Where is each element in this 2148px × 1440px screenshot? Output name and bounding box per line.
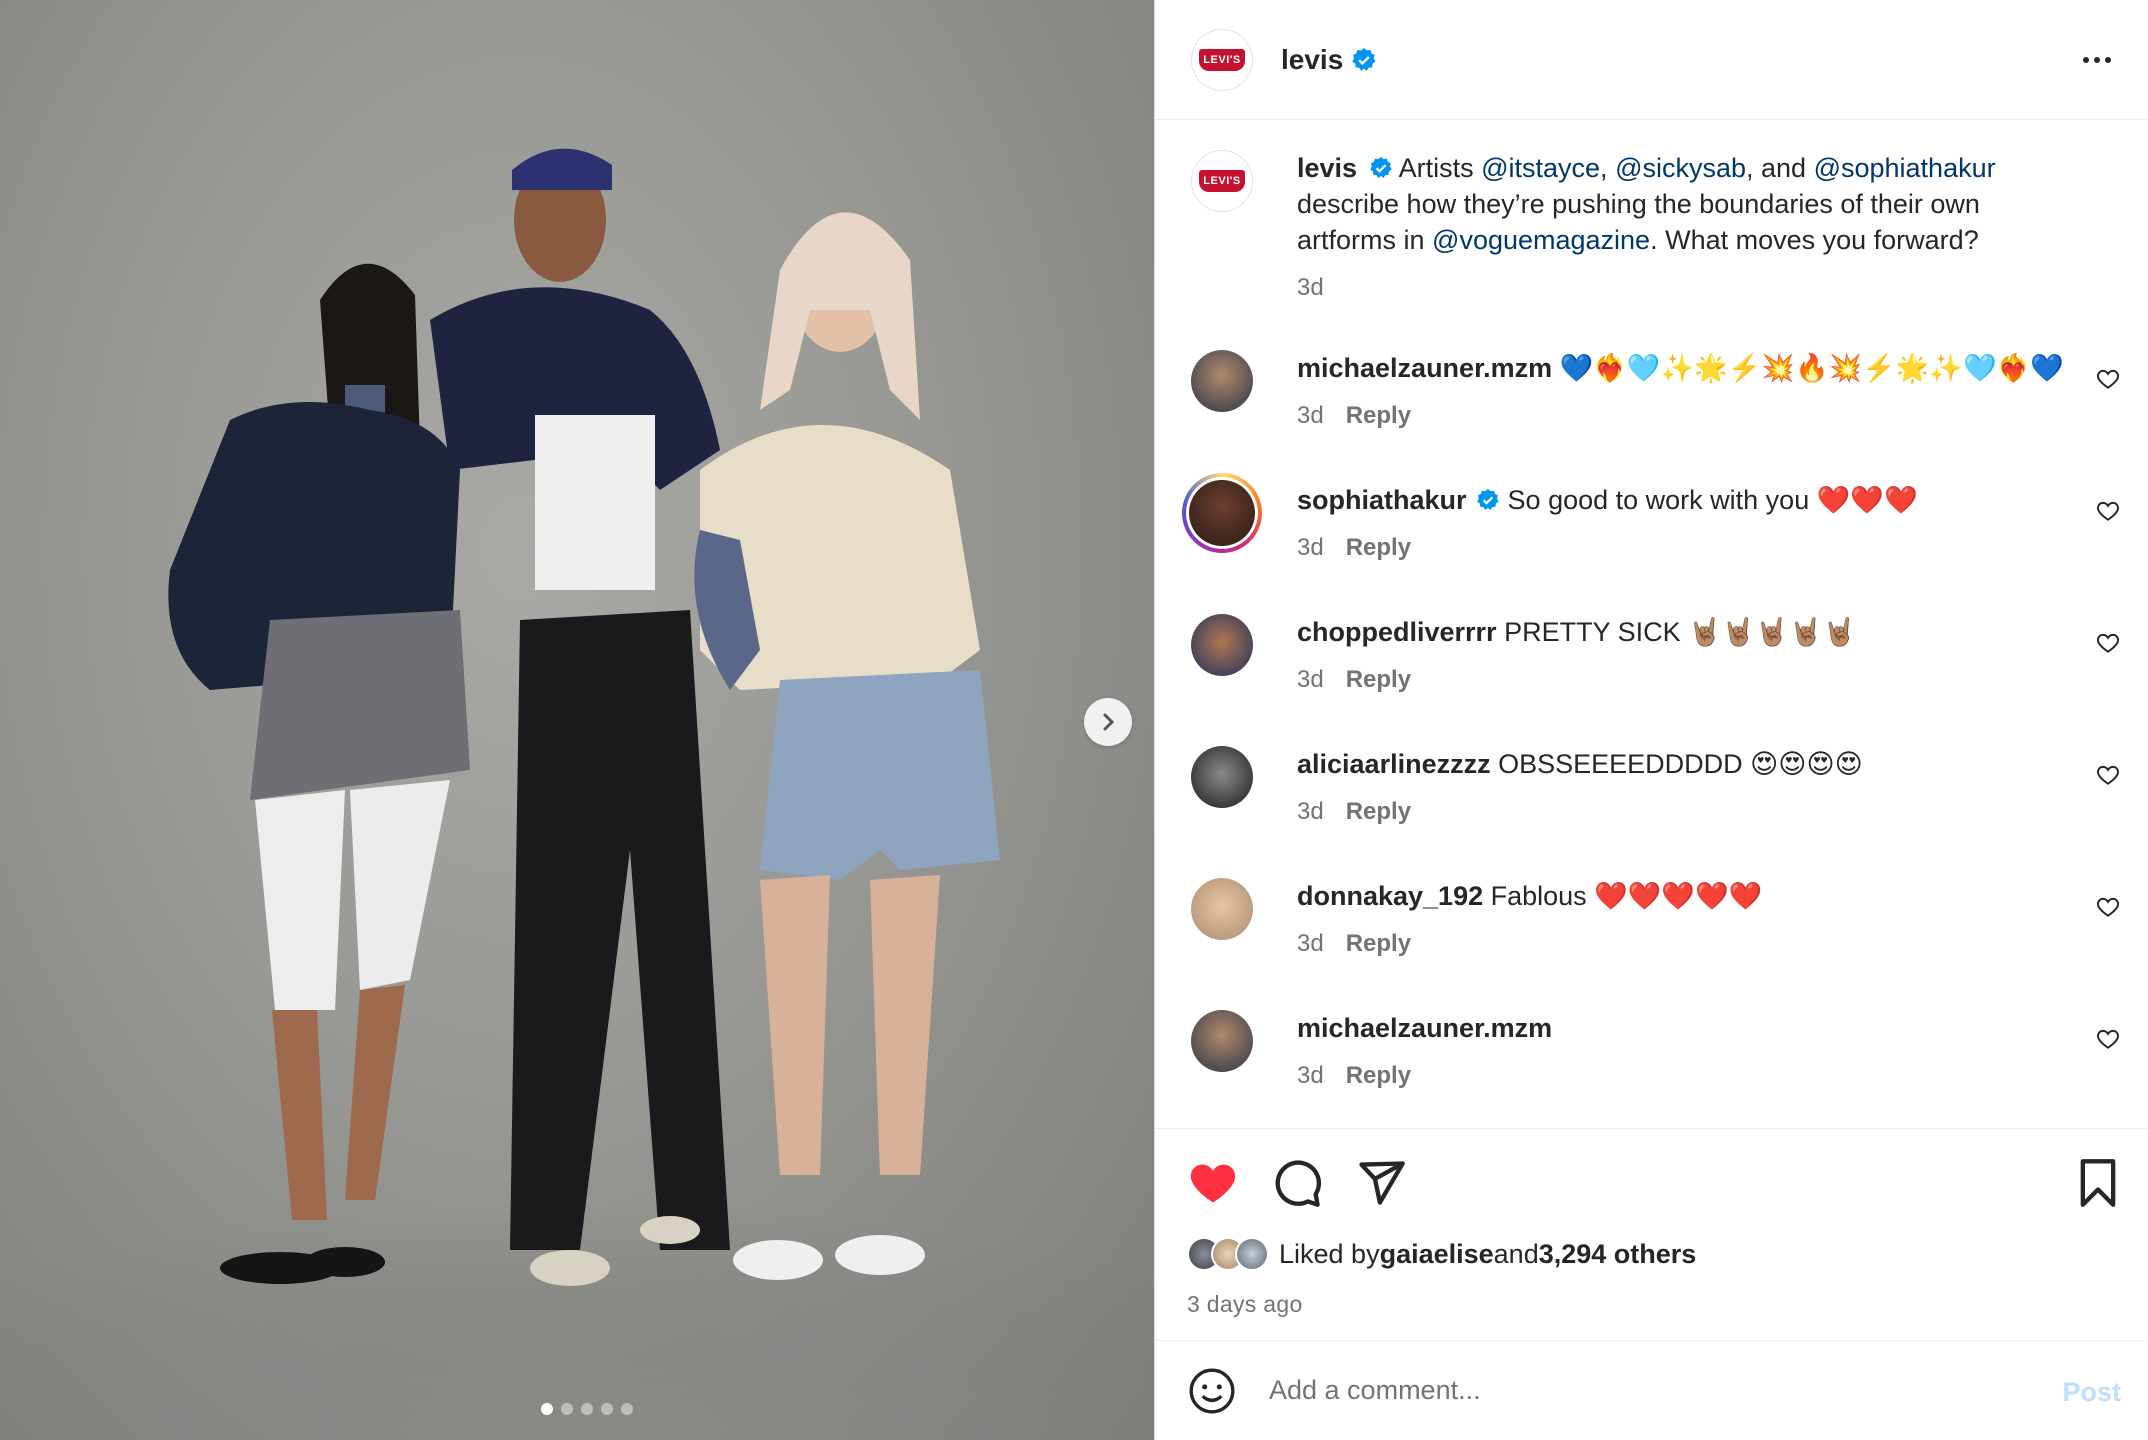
caption-text: ,	[1600, 153, 1616, 183]
comment-time: 3d	[1297, 534, 1324, 561]
chevron-right-icon	[1103, 713, 1115, 731]
caption-time: 3d	[1297, 274, 1324, 301]
comment-username[interactable]: aliciaarlinezzzz	[1297, 749, 1491, 779]
comment-time: 3d	[1297, 1062, 1324, 1089]
reply-button[interactable]: Reply	[1346, 930, 1411, 957]
comment-row: michaelzauner.mzm 3d Reply	[1191, 1010, 2121, 1094]
reply-button[interactable]: Reply	[1346, 1062, 1411, 1089]
comment-username[interactable]: donnakay_192	[1297, 881, 1483, 911]
commenter-avatar[interactable]	[1191, 350, 1253, 412]
carousel-dot	[561, 1403, 573, 1415]
mention-link[interactable]: @sickysab	[1615, 153, 1746, 183]
likes-prefix: Liked by	[1279, 1238, 1380, 1269]
comment-input[interactable]: Add a comment...	[1269, 1375, 2148, 1406]
comment-row: aliciaarlinezzzz OBSSEEEEDDDDD 😍😍😍😍 3d Re…	[1191, 746, 2121, 830]
comment-row: sophiathakur So good to work with you ❤️…	[1182, 473, 2121, 566]
heart-icon[interactable]	[2095, 498, 2121, 524]
caption-text: Artists	[1392, 153, 1482, 183]
comment-text: Fablous ❤️❤️❤️❤️❤️	[1483, 881, 1763, 911]
mention-link[interactable]: @sophiathakur	[1814, 153, 1996, 183]
add-comment-bar: Add a comment... Post	[1155, 1340, 2148, 1440]
carousel-dot	[601, 1403, 613, 1415]
mention-link[interactable]: @itstayce	[1481, 153, 1600, 183]
post-caption: LEVI'S levis Artists @itstayce, @sickysa…	[1191, 150, 2077, 306]
comment-row: choppedliverrrr PRETTY SICK 🤘🏽🤘🏽🤘🏽🤘🏽🤘🏽 3…	[1191, 614, 2121, 698]
reply-button[interactable]: Reply	[1346, 402, 1411, 429]
like-button[interactable]	[1187, 1157, 1239, 1214]
liker-username[interactable]: gaiaelise	[1380, 1239, 1494, 1270]
reply-button[interactable]: Reply	[1346, 798, 1411, 825]
more-options-button[interactable]	[2077, 42, 2117, 78]
reply-button[interactable]: Reply	[1346, 666, 1411, 693]
commenter-avatar[interactable]	[1191, 1010, 1253, 1072]
comment-time: 3d	[1297, 798, 1324, 825]
commenter-avatar[interactable]	[1182, 473, 1262, 553]
levis-logo: LEVI'S	[1199, 170, 1245, 192]
post-actions: Liked by gaiaelise and 3,294 others 3 da…	[1155, 1128, 2148, 1340]
likes-summary: Liked by gaiaelise and 3,294 others	[1187, 1237, 1696, 1271]
profile-avatar[interactable]: LEVI'S	[1191, 28, 1253, 91]
reply-button[interactable]: Reply	[1346, 534, 1411, 561]
emoji-icon[interactable]	[1187, 1366, 1237, 1416]
caption-avatar[interactable]: LEVI'S	[1191, 150, 1253, 212]
post-photo[interactable]	[0, 0, 1154, 1440]
comment-time: 3d	[1297, 930, 1324, 957]
comment-username[interactable]: michaelzauner.mzm	[1297, 353, 1552, 383]
instagram-post-view: LEVI'S levis LEVI'S levis Artists @itsta…	[0, 0, 2148, 1440]
heart-icon[interactable]	[2095, 630, 2121, 656]
comment-username[interactable]: michaelzauner.mzm	[1297, 1013, 1552, 1043]
comment-username[interactable]: sophiathakur	[1297, 485, 1467, 515]
comment-button[interactable]	[1271, 1157, 1323, 1214]
caption-text: . What moves you forward?	[1650, 225, 1979, 255]
more-icon	[2083, 57, 2089, 63]
comment-icon	[1275, 1160, 1322, 1207]
comment-row: donnakay_192 Fablous ❤️❤️❤️❤️❤️ 3d Reply	[1191, 878, 2121, 962]
caption-username[interactable]: levis	[1297, 153, 1357, 183]
commenter-avatar[interactable]	[1191, 746, 1253, 808]
photo-illustration	[0, 148, 1154, 1440]
comment-text: PRETTY SICK 🤘🏽🤘🏽🤘🏽🤘🏽🤘🏽	[1496, 617, 1857, 647]
carousel-dot	[541, 1403, 553, 1415]
caption-meta: 3d	[1297, 270, 2077, 306]
liker-avatars	[1187, 1237, 1269, 1271]
heart-icon[interactable]	[2095, 1026, 2121, 1052]
commenter-avatar[interactable]	[1191, 878, 1253, 940]
heart-icon	[1190, 1164, 1236, 1203]
post-author[interactable]: levis	[1281, 44, 1343, 76]
comment-time: 3d	[1297, 402, 1324, 429]
mention-link[interactable]: @voguemagazine	[1432, 225, 1650, 255]
verified-icon	[1352, 47, 1376, 71]
bookmark-icon	[2080, 1159, 2116, 1207]
heart-icon[interactable]	[2095, 894, 2121, 920]
carousel-dot	[581, 1403, 593, 1415]
post-side-panel: LEVI'S levis LEVI'S levis Artists @itsta…	[1154, 0, 2148, 1440]
avatar	[1235, 1237, 1269, 1271]
post-header: LEVI'S levis	[1155, 0, 2148, 120]
heart-icon[interactable]	[2095, 366, 2121, 392]
save-button[interactable]	[2075, 1157, 2121, 1214]
carousel-dot	[621, 1403, 633, 1415]
verified-icon	[1477, 488, 1499, 510]
share-button[interactable]	[1355, 1157, 1407, 1214]
comment-text: So good to work with you ❤️❤️❤️	[1500, 485, 1918, 515]
post-date: 3 days ago	[1187, 1291, 1303, 1317]
caption-text: , and	[1746, 153, 1814, 183]
commenter-avatar[interactable]	[1191, 614, 1253, 676]
post-comment-button[interactable]: Post	[2062, 1377, 2121, 1408]
comment-text: OBSSEEEEDDDDD 😍😍😍😍	[1490, 749, 1863, 779]
levis-logo: LEVI'S	[1199, 48, 1245, 71]
comments-list[interactable]: LEVI'S levis Artists @itstayce, @sickysa…	[1155, 120, 2148, 1128]
verified-icon	[1369, 156, 1392, 178]
next-photo-button[interactable]	[1084, 698, 1132, 746]
comment-time: 3d	[1297, 666, 1324, 693]
comment-text: 💙❤️‍🔥🩵✨🌟⚡️💥🔥💥⚡️🌟✨🩵❤️‍🔥💙	[1552, 353, 2064, 383]
heart-icon[interactable]	[2095, 762, 2121, 788]
comment-row: michaelzauner.mzm 💙❤️‍🔥🩵✨🌟⚡️💥🔥💥⚡️🌟✨🩵❤️‍🔥…	[1191, 350, 2121, 434]
likes-middle: and	[1493, 1238, 1539, 1269]
likes-count[interactable]: 3,294 others	[1539, 1239, 1697, 1270]
comment-username[interactable]: choppedliverrrr	[1297, 617, 1497, 647]
share-icon	[1359, 1161, 1405, 1205]
carousel-indicator	[0, 1403, 1154, 1415]
